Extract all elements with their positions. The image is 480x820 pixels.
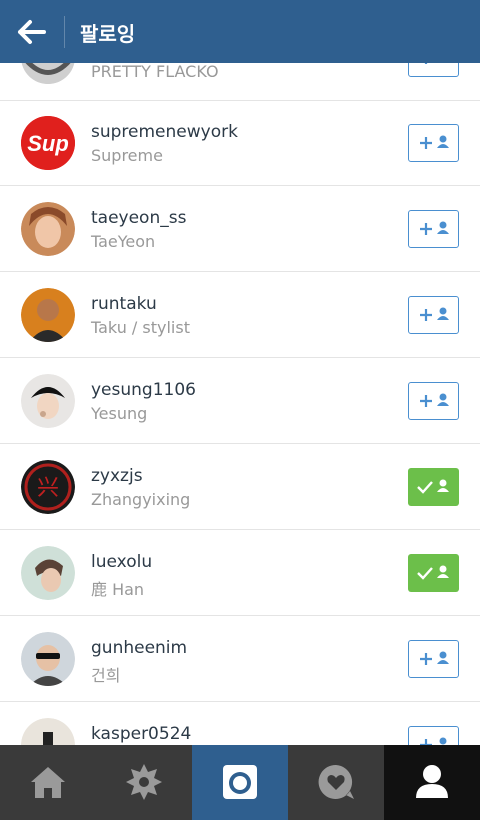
- tab-activity[interactable]: [288, 745, 384, 820]
- full-name: Yesung: [91, 404, 148, 423]
- zyx-logo-text: 兴: [37, 476, 59, 501]
- follow-button[interactable]: [408, 726, 459, 745]
- list-item[interactable]: kasper0524: [0, 702, 480, 745]
- avatar[interactable]: [21, 374, 75, 428]
- camera-icon: [223, 765, 257, 799]
- username[interactable]: runtaku: [91, 294, 157, 314]
- username[interactable]: gunheenim: [91, 638, 187, 658]
- username[interactable]: taeyeon_ss: [91, 208, 186, 228]
- username[interactable]: zyxzjs: [91, 466, 143, 486]
- activity-icon: [318, 764, 354, 799]
- page-title: 팔로잉: [80, 22, 136, 46]
- username[interactable]: supremenewyork: [91, 122, 238, 142]
- avatar[interactable]: [21, 288, 75, 342]
- follow-button[interactable]: [408, 124, 459, 162]
- tab-home[interactable]: [0, 745, 96, 820]
- tab-profile[interactable]: [384, 745, 480, 820]
- full-name: PRETTY FLACKO: [91, 62, 219, 81]
- username[interactable]: yesung1106: [91, 380, 196, 400]
- full-name: 건희: [91, 666, 121, 685]
- follow-button[interactable]: [408, 640, 459, 678]
- list-item[interactable]: gunheenim 건희: [0, 616, 480, 702]
- following-button[interactable]: [408, 554, 459, 592]
- follow-button[interactable]: [408, 382, 459, 420]
- list-item[interactable]: taeyeon_ss TaeYeon: [0, 186, 480, 272]
- list-item[interactable]: Sup supremenewyork Supreme: [0, 100, 480, 186]
- following-list[interactable]: PRETTY FLACKO Sup supremenewyork Supreme…: [0, 0, 480, 745]
- avatar[interactable]: Sup: [21, 116, 75, 170]
- avatar[interactable]: [21, 546, 75, 600]
- top-bar: 팔로잉: [0, 0, 480, 63]
- username[interactable]: luexolu: [91, 552, 152, 572]
- list-item[interactable]: runtaku Taku / stylist: [0, 272, 480, 358]
- explore-icon: [126, 764, 162, 800]
- home-icon: [31, 767, 65, 798]
- full-name: Supreme: [91, 146, 163, 165]
- full-name: Zhangyixing: [91, 490, 191, 509]
- follow-button[interactable]: [408, 296, 459, 334]
- full-name: Taku / stylist: [91, 318, 190, 337]
- tab-explore[interactable]: [96, 745, 192, 820]
- list-item[interactable]: 兴 zyxzjs Zhangyixing: [0, 444, 480, 530]
- header-divider: [64, 16, 65, 48]
- avatar[interactable]: [21, 202, 75, 256]
- avatar[interactable]: [21, 632, 75, 686]
- full-name: TaeYeon: [91, 232, 156, 251]
- bottom-nav: [0, 745, 480, 820]
- list-item[interactable]: yesung1106 Yesung: [0, 358, 480, 444]
- username[interactable]: kasper0524: [91, 724, 191, 744]
- supreme-logo-text: Sup: [27, 131, 69, 156]
- follow-button[interactable]: [408, 210, 459, 248]
- following-button[interactable]: [408, 468, 459, 506]
- back-arrow-icon[interactable]: [14, 14, 50, 50]
- tab-camera[interactable]: [192, 745, 288, 820]
- list-item[interactable]: luexolu 鹿 Han: [0, 530, 480, 616]
- profile-icon: [416, 765, 448, 798]
- avatar[interactable]: [21, 718, 75, 745]
- avatar[interactable]: 兴: [21, 460, 75, 514]
- full-name: 鹿 Han: [91, 580, 145, 599]
